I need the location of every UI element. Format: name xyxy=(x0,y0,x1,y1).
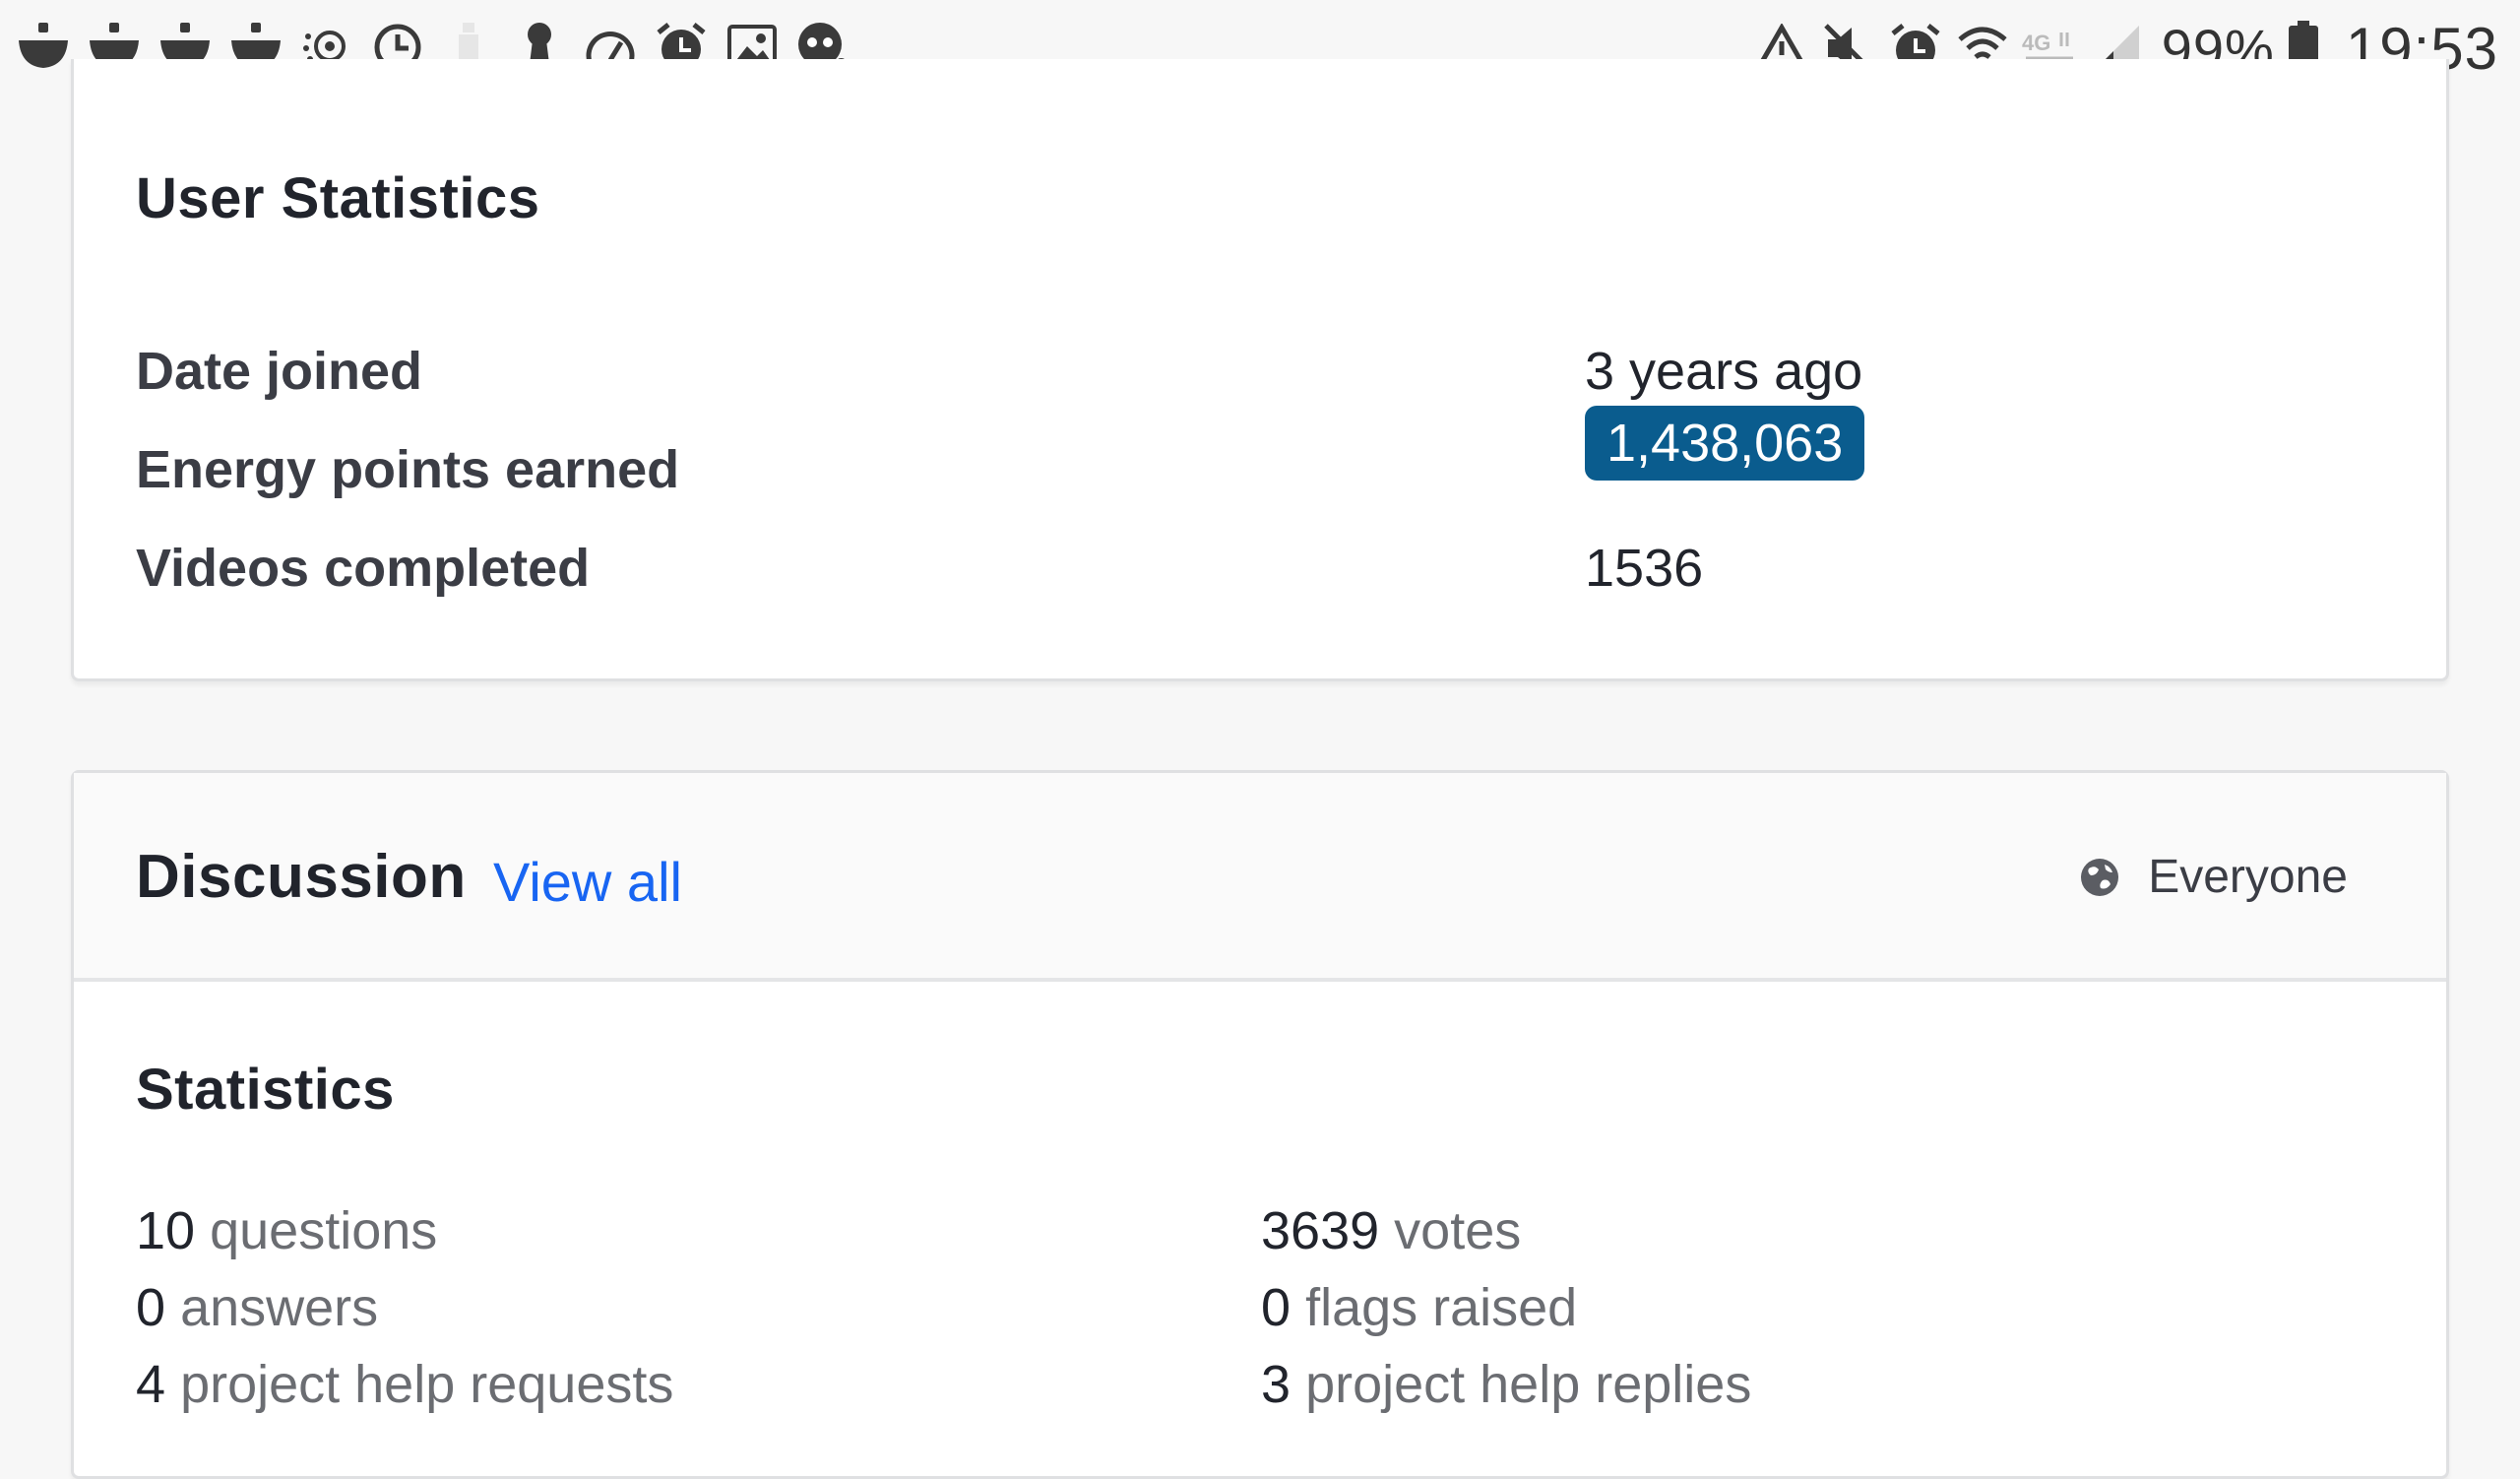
date-joined-label: Date joined xyxy=(136,342,423,401)
stat-count: 3639 xyxy=(1261,1201,1380,1260)
energy-points-badge: 1,438,063 xyxy=(1585,406,1865,481)
svg-text:4G: 4G xyxy=(2022,31,2050,55)
stat-label: project help requests xyxy=(180,1355,674,1414)
stat-label: votes xyxy=(1394,1201,1522,1260)
stat-project-help-replies: 3 project help replies xyxy=(1261,1354,1751,1415)
user-statistics-card: User Statistics Date joined 3 years ago … xyxy=(71,59,2449,681)
stat-label: answers xyxy=(180,1278,379,1337)
videos-completed-value: 1536 xyxy=(1585,539,1704,598)
user-statistics-title: User Statistics xyxy=(136,166,540,230)
discussion-card: Discussion View all Everyone Statistics … xyxy=(71,770,2449,1479)
stat-count: 4 xyxy=(136,1355,166,1414)
stat-count: 0 xyxy=(1261,1278,1292,1337)
visibility-selector[interactable]: Everyone xyxy=(2079,850,2348,904)
globe-icon xyxy=(2079,857,2120,898)
visibility-label: Everyone xyxy=(2148,851,2348,903)
view-all-link[interactable]: View all xyxy=(493,850,682,914)
videos-completed-label: Videos completed xyxy=(136,539,591,598)
stat-questions: 10 questions xyxy=(136,1200,437,1261)
discussion-title: Discussion xyxy=(136,843,467,911)
discussion-header: Discussion View all Everyone xyxy=(74,773,2446,982)
energy-points-label: Energy points earned xyxy=(136,440,680,499)
stat-flags-raised: 0 flags raised xyxy=(1261,1277,1577,1338)
statistics-title: Statistics xyxy=(136,1058,395,1122)
stat-label: project help replies xyxy=(1305,1355,1752,1414)
notification-icon xyxy=(14,18,73,77)
stat-project-help-requests: 4 project help requests xyxy=(136,1354,673,1415)
stat-votes: 3639 votes xyxy=(1261,1200,1521,1261)
stat-count: 0 xyxy=(136,1278,166,1337)
stat-label: questions xyxy=(210,1201,438,1260)
stat-count: 10 xyxy=(136,1201,196,1260)
stat-answers: 0 answers xyxy=(136,1277,378,1338)
stat-label: flags raised xyxy=(1305,1278,1578,1337)
stat-count: 3 xyxy=(1261,1355,1292,1414)
date-joined-value: 3 years ago xyxy=(1585,342,1863,401)
